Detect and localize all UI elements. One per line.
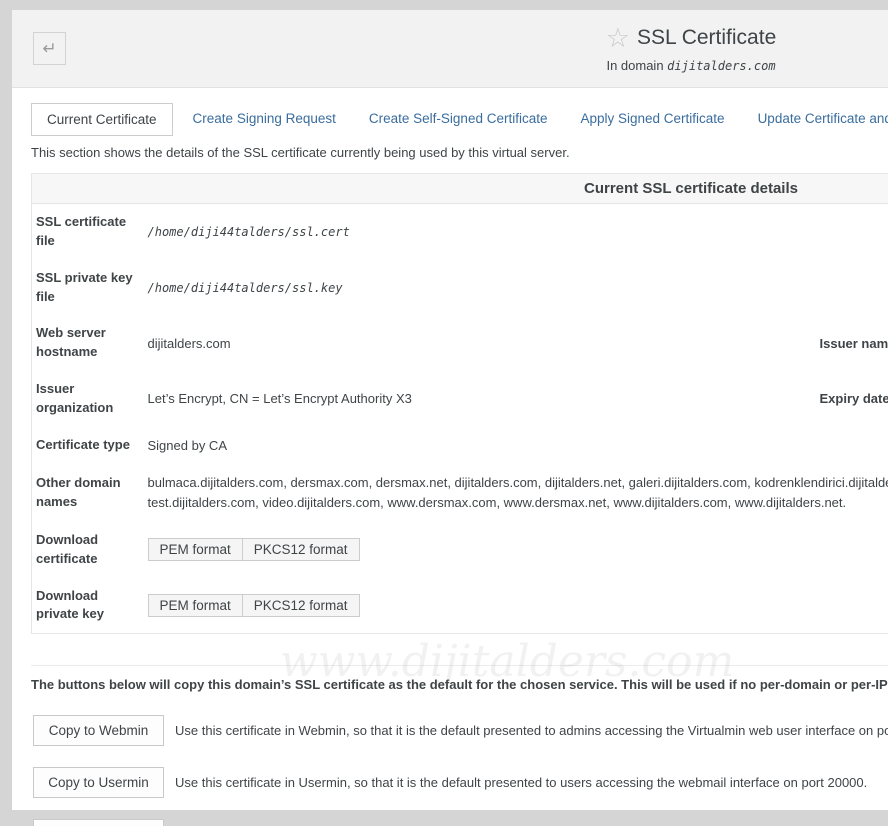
tab-create-self-signed-certificate[interactable]: Create Self-Signed Certificate [354, 103, 563, 136]
table-row: Certificate type Signed by CA [32, 427, 888, 464]
section-description: This section shows the details of the SS… [31, 145, 888, 160]
section-divider [31, 665, 888, 666]
page-header: ↵ ☆SSL Certificate In domain dijitalders… [12, 10, 888, 88]
table-row: Download certificate PEM format PKCS12 f… [32, 522, 888, 578]
row-label: Download certificate [32, 522, 144, 578]
tab-apply-signed-certificate[interactable]: Apply Signed Certificate [565, 103, 739, 136]
ssl-private-key-file-value: /home/diji44talders/ssl.key [148, 281, 343, 295]
table-row: SSL certificate file /home/diji44talders… [32, 204, 888, 260]
download-certificate-pkcs12-button[interactable]: PKCS12 format [242, 538, 360, 561]
copy-to-webmin-button[interactable]: Copy to Webmin [33, 715, 164, 746]
copy-to-usermin-description: Use this certificate in Usermin, so that… [175, 775, 867, 790]
table-row: SSL private key file /home/diji44talders… [32, 260, 888, 316]
tab-create-signing-request[interactable]: Create Signing Request [178, 103, 351, 136]
copy-to-dovecot-row: Copy to Dovecot Use this certificate in … [33, 816, 888, 826]
title-block: ☆ SSL Certificate In domain dijitalders.c… [12, 23, 888, 73]
subtitle-prefix: In domain [606, 58, 663, 73]
row-label: SSL private key file [32, 260, 144, 316]
web-server-hostname-value: dijitalders.com [144, 315, 789, 371]
copy-to-webmin-row: Copy to Webmin Use this certificate in W… [33, 712, 888, 749]
copy-service-list: Copy to Webmin Use this certificate in W… [31, 712, 888, 826]
ssl-certificate-file-value: /home/diji44talders/ssl.cert [148, 225, 350, 239]
table-row: Issuer organization Let’s Encrypt, CN = … [32, 371, 888, 427]
copy-to-usermin-button[interactable]: Copy to Usermin [33, 767, 164, 798]
tab-current-certificate[interactable]: Current Certificate [31, 103, 173, 136]
table-row: Download private key PEM format PKCS12 f… [32, 578, 888, 634]
other-domain-names-value: bulmaca.dijitalders.com, dersmax.com, de… [144, 464, 888, 522]
page-subtitle: In domain dijitalders.com [12, 58, 888, 73]
copy-services-note: The buttons below will copy this domain’… [31, 677, 888, 692]
download-certificate-pem-button[interactable]: PEM format [148, 538, 243, 561]
copy-to-webmin-description: Use this certificate in Webmin, so that … [175, 723, 888, 738]
row-label: SSL certificate file [32, 204, 144, 260]
tab-update-certificate-and-key[interactable]: Update Certificate and Key [743, 103, 888, 136]
other-domains-line-2: test.dijitalders.com, video.dijitalders.… [148, 493, 888, 513]
row-label: Download private key [32, 578, 144, 634]
page-background: ↵ ☆SSL Certificate In domain dijitalders… [0, 0, 888, 826]
copy-to-dovecot-button[interactable]: Copy to Dovecot [33, 819, 164, 826]
row-label: Issuer organization [32, 371, 144, 427]
issuer-name-label: Issuer name [789, 315, 888, 371]
table-row: Other domain names bulmaca.dijitalders.c… [32, 464, 888, 522]
row-label: Certificate type [32, 427, 144, 464]
certificate-type-value: Signed by CA [144, 427, 888, 464]
content-panel: ↵ ☆SSL Certificate In domain dijitalders… [12, 10, 888, 810]
row-label: Other domain names [32, 464, 144, 522]
page-title: SSL Certificate [637, 26, 776, 49]
table-row: Web server hostname dijitalders.com Issu… [32, 315, 888, 371]
copy-to-usermin-row: Copy to Usermin Use this certificate in … [33, 764, 888, 801]
download-private-key-pkcs12-button[interactable]: PKCS12 format [242, 594, 360, 617]
star-favorite-icon[interactable]: ☆ [606, 23, 630, 53]
other-domains-line-1: bulmaca.dijitalders.com, dersmax.com, de… [148, 473, 888, 493]
row-label: Web server hostname [32, 315, 144, 371]
download-private-key-pem-button[interactable]: PEM format [148, 594, 243, 617]
domain-name: dijitalders.com [667, 59, 775, 73]
certificate-details-table: Current SSL certificate details SSL cert… [31, 173, 888, 634]
page-body: Current Certificate Create Signing Reque… [12, 88, 888, 826]
expiry-date-label: Expiry date [789, 371, 888, 427]
tab-bar: Current Certificate Create Signing Reque… [31, 103, 888, 136]
table-title: Current SSL certificate details [32, 174, 888, 204]
issuer-organization-value: Let’s Encrypt, CN = Let’s Encrypt Author… [144, 371, 789, 427]
